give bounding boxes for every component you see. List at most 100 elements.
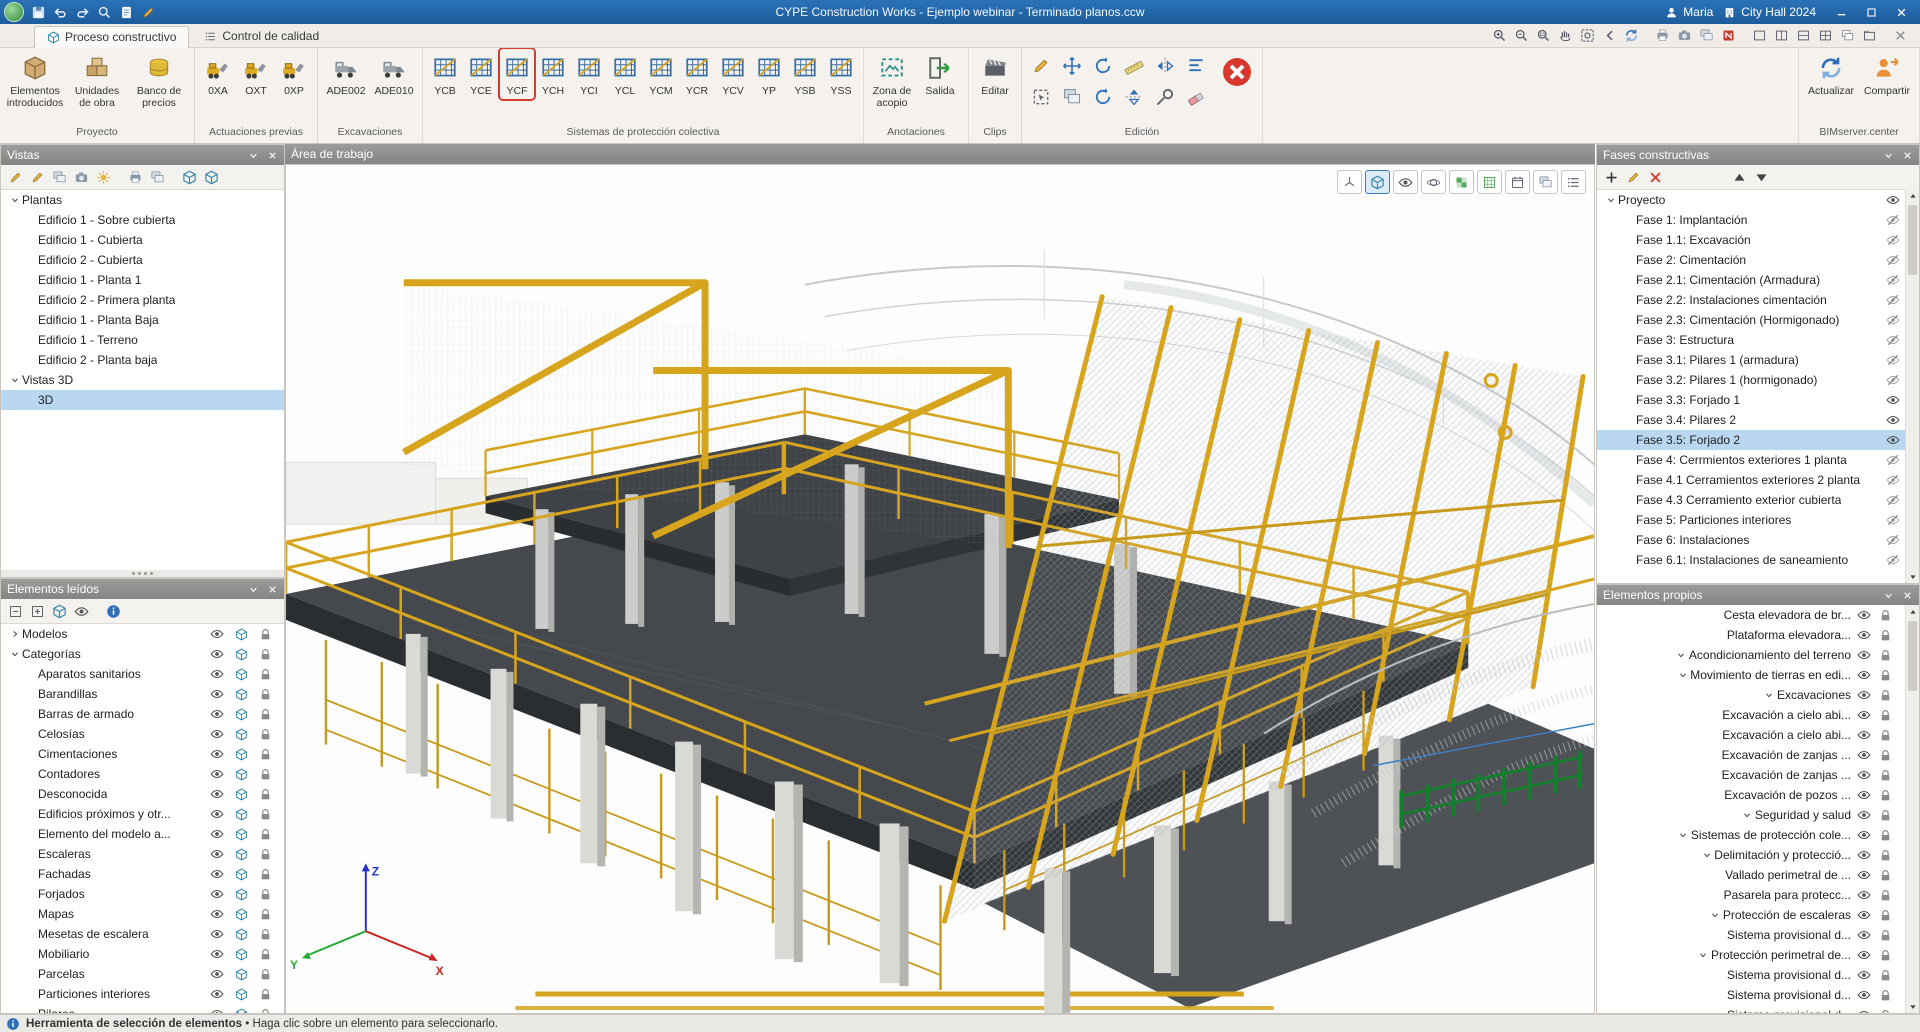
chevron-down-icon[interactable] (1676, 830, 1691, 840)
model-3d-icon[interactable] (235, 788, 248, 801)
visibility-icon[interactable] (210, 647, 224, 661)
lock-icon[interactable] (259, 1008, 272, 1013)
lock-icon[interactable] (1879, 689, 1892, 702)
own-element-excavaci-n-a-cielo-abi[interactable]: Excavación a cielo abi... (1597, 725, 1906, 745)
visibility-icon[interactable] (210, 687, 224, 701)
own-element-sistema-provisional-d[interactable]: Sistema provisional d... (1597, 965, 1906, 985)
lock-icon[interactable] (259, 748, 272, 761)
own-element-movimiento-de-tierras-en-edi[interactable]: Movimiento de tierras en edi... (1597, 665, 1906, 685)
hidden-icon[interactable] (1886, 373, 1900, 387)
panel-collapse-icon[interactable] (248, 150, 259, 161)
hidden-icon[interactable] (1886, 253, 1900, 267)
cube-button[interactable] (49, 601, 69, 621)
panel-collapse-icon[interactable] (1883, 590, 1894, 601)
model-3d-icon[interactable] (235, 968, 248, 981)
tree-item-parcelas[interactable]: Parcelas (1, 964, 284, 984)
hidden-icon[interactable] (1886, 213, 1900, 227)
copy-button[interactable] (49, 167, 69, 187)
model-3d-icon[interactable] (235, 928, 248, 941)
wing-button[interactable] (1815, 26, 1835, 45)
zoomout-button[interactable] (1511, 26, 1531, 45)
visibility-icon[interactable] (1857, 788, 1871, 802)
tab-control-de-calidad[interactable]: Control de calidad (191, 25, 332, 47)
phase-item-fase-3-1-pilares-1-armadura[interactable]: Fase 3.1: Pilares 1 (armadura) (1597, 350, 1906, 370)
own-element-sistemas-de-protecci-n-cole[interactable]: Sistemas de protección cole... (1597, 825, 1906, 845)
phase-item-fase-2-3-cimentaci-n-hormigonado[interactable]: Fase 2.3: Cimentación (Hormigonado) (1597, 310, 1906, 330)
cal-button[interactable] (1505, 170, 1530, 194)
visibility-icon[interactable] (1857, 968, 1871, 982)
phase-item-fase-6-instalaciones[interactable]: Fase 6: Instalaciones (1597, 530, 1906, 550)
tree-item-particiones-interiores[interactable]: Particiones interiores (1, 984, 284, 1004)
visible-icon[interactable] (1886, 413, 1900, 427)
sun-button[interactable] (93, 167, 113, 187)
ribbon-button-ycl[interactable]: YCL (608, 49, 642, 99)
ribbon-button-editar[interactable]: Editar (974, 49, 1016, 99)
own-element-delimitaci-n-y-protecci[interactable]: Delimitación y protecció... (1597, 845, 1906, 865)
phase-item-proyecto[interactable]: Proyecto (1597, 190, 1906, 210)
pencil2-button[interactable] (27, 167, 47, 187)
pan-button[interactable] (1555, 26, 1575, 45)
ribbon-button-yci[interactable]: YCI (572, 49, 606, 99)
collapse-button[interactable] (5, 601, 25, 621)
lock-icon[interactable] (1879, 909, 1892, 922)
visibility-icon[interactable] (1857, 728, 1871, 742)
lock-icon[interactable] (259, 848, 272, 861)
lock-icon[interactable] (259, 828, 272, 841)
ribbon-button-salida[interactable]: Salida (917, 49, 963, 99)
phase-item-fase-3-estructura[interactable]: Fase 3: Estructura (1597, 330, 1906, 350)
ribbon-button-ycb[interactable]: YCB (428, 49, 462, 99)
move-button[interactable] (1058, 52, 1085, 80)
fases-scrollbar[interactable] (1905, 189, 1919, 583)
own-element-excavaci-n-de-zanjas[interactable]: Excavación de zanjas ... (1597, 765, 1906, 785)
visibility-icon[interactable] (210, 787, 224, 801)
tree-item-celos-as[interactable]: Celosías (1, 724, 284, 744)
visibility-icon[interactable] (210, 847, 224, 861)
ribbon-button-ysb[interactable]: YSB (788, 49, 822, 99)
tree-item-escaleras[interactable]: Escaleras (1, 844, 284, 864)
visibility-icon[interactable] (1857, 648, 1871, 662)
chevron-down-icon[interactable] (1762, 690, 1777, 700)
pencil-button[interactable] (138, 2, 158, 22)
panel-close-icon[interactable] (267, 150, 278, 161)
print-button[interactable] (125, 167, 145, 187)
lock-icon[interactable] (259, 648, 272, 661)
tex-button[interactable] (1449, 170, 1474, 194)
tree-item-barras-de-armado[interactable]: Barras de armado (1, 704, 284, 724)
winc-button[interactable] (1837, 26, 1857, 45)
lock-icon[interactable] (1879, 889, 1892, 902)
own-element-plataforma-elevadora[interactable]: Plataforma elevadora... (1597, 625, 1906, 645)
visibility-icon[interactable] (210, 907, 224, 921)
hidden-icon[interactable] (1886, 233, 1900, 247)
visibility-icon[interactable] (210, 807, 224, 821)
lock-icon[interactable] (259, 708, 272, 721)
tree-item-edificios-pr-ximos-y-otr[interactable]: Edificios próximos y otr... (1, 804, 284, 824)
axis-button[interactable] (1337, 170, 1362, 194)
pencil-button[interactable] (1623, 167, 1643, 187)
eye-button[interactable] (1393, 170, 1418, 194)
model-3d-icon[interactable] (235, 688, 248, 701)
list-button[interactable] (1561, 170, 1586, 194)
lock-icon[interactable] (1879, 729, 1892, 742)
model-3d-icon[interactable] (235, 888, 248, 901)
tree-item-aparatos-sanitarios[interactable]: Aparatos sanitarios (1, 664, 284, 684)
visibility-icon[interactable] (210, 927, 224, 941)
tree-item-vistas-3d[interactable]: Vistas 3D (1, 370, 284, 390)
tree-item-mapas[interactable]: Mapas (1, 904, 284, 924)
visibility-icon[interactable] (1857, 908, 1871, 922)
phase-item-fase-3-4-pilares-2[interactable]: Fase 3.4: Pilares 2 (1597, 410, 1906, 430)
triU-button[interactable] (1729, 167, 1749, 187)
visibility-icon[interactable] (210, 627, 224, 641)
pencil-button[interactable] (1027, 52, 1054, 80)
rotate-button[interactable] (1089, 52, 1116, 80)
hidden-icon[interactable] (1886, 533, 1900, 547)
visibility-icon[interactable] (1857, 988, 1871, 1002)
lock-icon[interactable] (1879, 869, 1892, 882)
maximize-button[interactable] (1856, 0, 1886, 24)
own-element-cesta-elevadora-de-br[interactable]: Cesta elevadora de br... (1597, 605, 1906, 625)
model-3d-icon[interactable] (235, 828, 248, 841)
model-3d-icon[interactable] (235, 728, 248, 741)
redo-button[interactable] (72, 2, 92, 22)
own-element-excavaci-n-de-pozos[interactable]: Excavación de pozos ... (1597, 785, 1906, 805)
tree-item-edificio-1-planta-1[interactable]: Edificio 1 - Planta 1 (1, 270, 284, 290)
chevron-down-icon[interactable] (1699, 850, 1714, 860)
